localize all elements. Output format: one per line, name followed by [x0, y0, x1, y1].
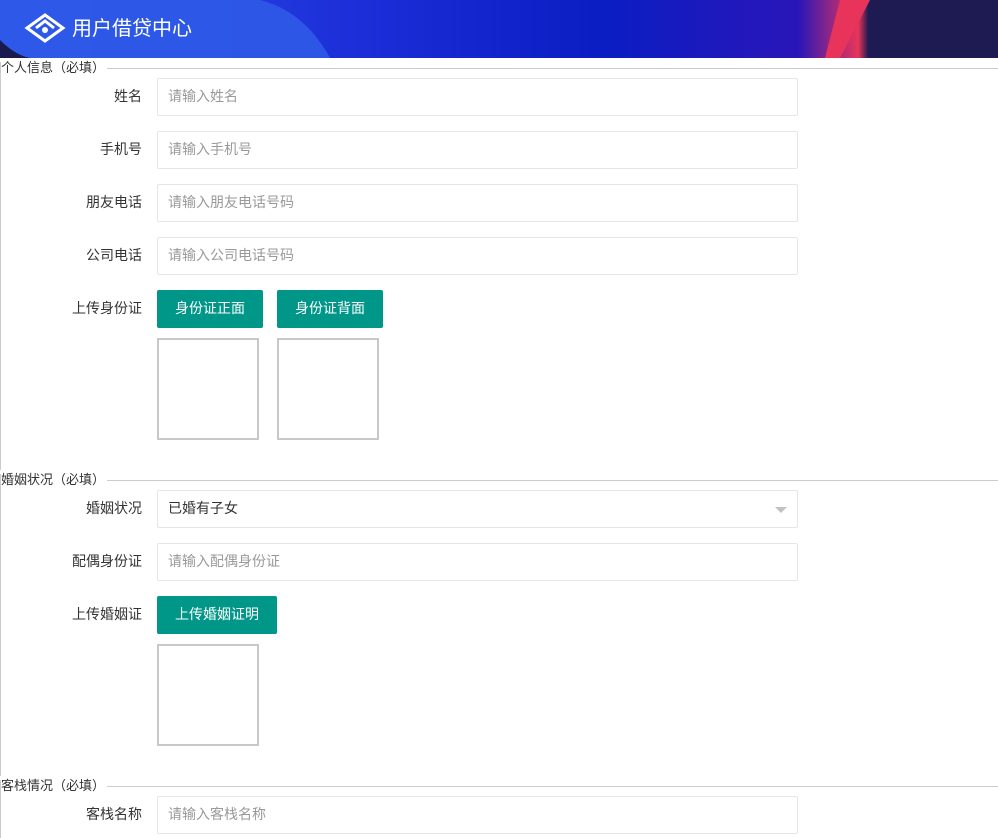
id-back-preview	[277, 338, 379, 440]
friend-phone-label: 朋友电话	[86, 195, 142, 211]
inn-name-label: 客栈名称	[86, 807, 142, 823]
upload-marriage-cert-label: 上传婚姻证	[72, 607, 142, 623]
inn-name-input[interactable]	[157, 796, 798, 834]
marriage-cert-preview	[157, 644, 259, 746]
company-phone-row: 公司电话	[0, 237, 998, 275]
phone-label: 手机号	[100, 142, 142, 158]
id-front-upload-button[interactable]: 身份证正面	[157, 290, 263, 328]
spouse-id-row: 配偶身份证	[0, 543, 998, 581]
brand: 用户借贷中心	[24, 12, 192, 44]
inn-name-row: 客栈名称	[0, 796, 998, 834]
marital-status-value: 已婚有子女	[168, 501, 238, 517]
company-phone-input[interactable]	[157, 237, 798, 275]
marital-status-select[interactable]: 已婚有子女	[157, 490, 798, 528]
friend-phone-input[interactable]	[157, 184, 798, 222]
spouse-id-input[interactable]	[157, 543, 798, 581]
phone-row: 手机号	[0, 131, 998, 169]
id-front-preview	[157, 338, 259, 440]
name-label: 姓名	[114, 89, 142, 105]
name-input[interactable]	[157, 78, 798, 116]
upload-id-row: 上传身份证 身份证正面 身份证背面	[0, 290, 998, 328]
company-phone-label: 公司电话	[86, 248, 142, 264]
personal-info-legend: 个人信息（必填）	[1, 61, 108, 76]
spouse-id-label: 配偶身份证	[72, 554, 142, 570]
phone-input[interactable]	[157, 131, 798, 169]
id-back-upload-button[interactable]: 身份证背面	[277, 290, 383, 328]
app-title: 用户借贷中心	[72, 16, 192, 40]
app-header: 用户借贷中心	[0, 0, 998, 58]
name-row: 姓名	[0, 78, 998, 116]
upload-marriage-cert-row: 上传婚姻证 上传婚姻证明	[0, 596, 998, 634]
chevron-down-icon	[775, 507, 787, 513]
diamond-logo-icon	[24, 13, 66, 43]
friend-phone-row: 朋友电话	[0, 184, 998, 222]
marriage-legend: 婚姻状况（必填）	[1, 473, 108, 488]
inn-legend: 客栈情况（必填）	[1, 779, 108, 794]
marital-status-label: 婚姻状况	[86, 501, 142, 517]
marital-status-row: 婚姻状况 已婚有子女	[0, 490, 998, 528]
upload-id-label: 上传身份证	[72, 301, 142, 317]
marriage-cert-upload-button[interactable]: 上传婚姻证明	[157, 596, 277, 634]
